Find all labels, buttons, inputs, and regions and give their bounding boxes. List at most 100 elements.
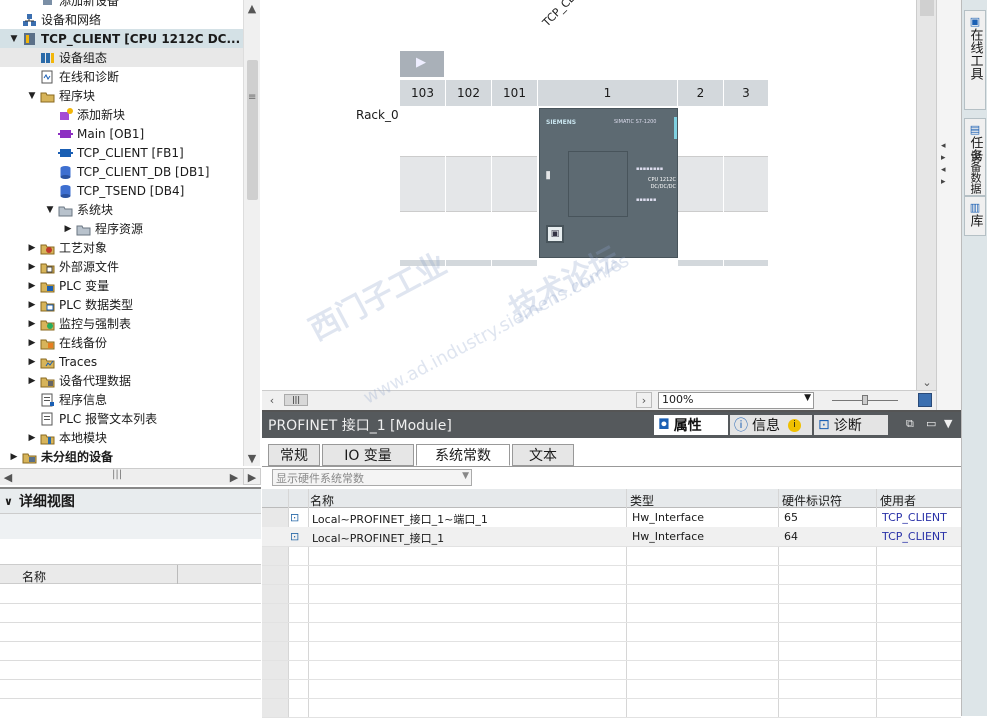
scroll-up-icon[interactable]: ▲ — [244, 0, 260, 16]
tree-item[interactable]: ▼ 系统块 — [0, 200, 243, 219]
overview-icon[interactable] — [918, 393, 932, 407]
rack-expand-button[interactable]: ▶ — [400, 51, 444, 77]
rack-slot[interactable]: 101 — [492, 80, 537, 266]
cpu-module[interactable]: SIEMENS SIMATIC S7-1200 ⫴ ▪▪▪▪▪▪▪▪ CPU 1212C… — [539, 108, 678, 258]
scroll-right-icon[interactable]: ▶ — [226, 469, 242, 485]
tree-item[interactable]: ▼ TCP_CLIENT [CPU 1212C DC... — [0, 29, 243, 48]
tree-item[interactable]: TCP_TSEND [DB4] — [0, 181, 243, 200]
column-name-header[interactable]: 名称 — [22, 568, 46, 585]
collapsed-side-panel[interactable]: ◂ ▸ ◂ ▸ — [936, 0, 961, 410]
tree-item[interactable]: ▶ 未分组的设备 — [0, 447, 243, 466]
tree-item[interactable]: PLC 报警文本列表 — [0, 409, 243, 428]
expand-down-icon[interactable]: ▼ — [45, 205, 55, 215]
tree-item[interactable]: ▶ 程序资源 — [0, 219, 243, 238]
tab-device-data[interactable]: 设备数据 — [964, 150, 986, 196]
zoom-slider-handle[interactable] — [862, 395, 868, 405]
scroll-right-icon[interactable]: › — [636, 392, 652, 408]
rack-slot[interactable]: 103 — [400, 80, 445, 266]
column-header[interactable]: 类型 — [630, 492, 654, 509]
tab-properties[interactable]: ◘ 属性 — [654, 415, 728, 435]
tree-item[interactable]: ▶ PLC 变量 — [0, 276, 243, 295]
chevron-down-icon[interactable]: ▼ — [804, 393, 811, 403]
expand-right-icon[interactable]: ▶ — [27, 281, 37, 291]
window-float-icon[interactable]: ⧉ — [906, 417, 914, 431]
doc-icon — [40, 412, 55, 426]
scroll-down-icon[interactable]: ▼ — [244, 450, 260, 466]
network-icon — [22, 13, 37, 27]
chevron-down-icon[interactable]: ▼ — [944, 417, 952, 430]
tree-item-label: 添加新块 — [77, 108, 126, 122]
chevron-down-icon[interactable]: ▼ — [462, 471, 469, 481]
expand-down-icon[interactable]: ▼ — [27, 91, 37, 101]
libraries-icon: ▥ — [968, 201, 982, 214]
scroll-left-icon[interactable]: ‹ — [264, 392, 280, 408]
rack-slot[interactable]: 2 — [678, 80, 723, 266]
expand-right-icon[interactable]: ▶ — [27, 338, 37, 348]
tree-item[interactable]: 添加新块 — [0, 105, 243, 124]
scroll-thumb[interactable]: ||| — [284, 394, 308, 406]
expand-right-icon[interactable]: ▶ — [27, 262, 37, 272]
scroll-thumb[interactable] — [920, 0, 934, 16]
tree-item[interactable]: ▶ 设备代理数据 — [0, 371, 243, 390]
expand-right-icon[interactable]: ▶ — [9, 452, 19, 462]
expand-right-icon[interactable]: ▶ — [27, 319, 37, 329]
scroll-right-icon[interactable]: ▶ — [244, 469, 260, 485]
tree-item[interactable]: ▶ 外部源文件 — [0, 257, 243, 276]
tree-item[interactable]: ▼ 程序块 — [0, 86, 243, 105]
tree-item[interactable]: TCP_CLIENT_DB [DB1] — [0, 162, 243, 181]
expand-right-icon[interactable]: ▶ — [27, 376, 37, 386]
column-divider[interactable] — [177, 565, 178, 584]
tree-item[interactable]: ▶ 监控与强制表 — [0, 314, 243, 333]
tree-item[interactable]: Main [OB1] — [0, 124, 243, 143]
tree-vertical-scrollbar[interactable]: ▲ ≡ ▼ — [243, 0, 260, 466]
device-view-canvas[interactable]: TCP_CLIENT ▶ Rack_0 103 102 101 1 2 3 SIEMENS S… — [262, 0, 916, 390]
tree-item[interactable]: 添加新设备 — [0, 0, 243, 10]
tree-item[interactable]: ▶ PLC 数据类型 — [0, 295, 243, 314]
tree-item[interactable]: TCP_CLIENT [FB1] — [0, 143, 243, 162]
scroll-down-icon[interactable]: ⌄ — [919, 374, 935, 390]
tree-item[interactable]: ▶ 工艺对象 — [0, 238, 243, 257]
tab-diagnostics[interactable]: ⊡ 诊断 — [814, 415, 888, 435]
slot-number: 3 — [724, 80, 768, 106]
window-layout-icon[interactable]: ▭ — [926, 417, 936, 430]
tree-item[interactable]: 在线和诊断 — [0, 67, 243, 86]
panel-arrows-icon[interactable]: ◂ ▸ ◂ ▸ — [941, 140, 946, 188]
tree-item[interactable]: ▶ 在线备份 — [0, 333, 243, 352]
diag-icon — [40, 70, 55, 84]
tab-libraries[interactable]: ▥ 库 — [964, 196, 986, 236]
expand-right-icon[interactable]: ▶ — [27, 357, 37, 367]
scroll-right-button[interactable]: ▶ — [243, 468, 261, 485]
cell-user[interactable]: TCP_CLIENT — [882, 530, 947, 543]
tab-online-tools[interactable]: ▣ 在线工具 — [964, 10, 986, 110]
tab-general[interactable]: 常规 — [268, 444, 320, 466]
expand-right-icon[interactable]: ▶ — [63, 224, 73, 234]
tab-io-tags[interactable]: IO 变量 — [322, 444, 414, 466]
collapse-chevron-icon[interactable]: ∨ — [4, 495, 13, 508]
expand-right-icon[interactable]: ▶ — [27, 243, 37, 253]
expand-right-icon[interactable]: ▶ — [27, 433, 37, 443]
tree-item[interactable]: 设备和网络 — [0, 10, 243, 29]
scroll-left-icon[interactable]: ◀ — [0, 469, 16, 485]
tree-item[interactable]: 设备组态 — [0, 48, 243, 67]
column-header[interactable]: 硬件标识符 — [782, 492, 842, 509]
filter-select[interactable]: 显示硬件系统常数 ▼ — [272, 469, 472, 486]
zoom-select[interactable]: 100% ▼ — [658, 392, 814, 409]
tree-item[interactable]: 程序信息 — [0, 390, 243, 409]
task-cards-bar: ▣ 在线工具 ▤ 任务 设备数据 ▥ 库 — [961, 0, 987, 716]
device-vertical-scrollbar[interactable]: ⌄ — [916, 0, 936, 392]
tree-item[interactable]: ▶ Traces — [0, 352, 243, 371]
expand-right-icon[interactable]: ▶ — [27, 300, 37, 310]
tab-texts[interactable]: 文本 — [512, 444, 574, 466]
details-view-header[interactable]: ∨ 详细视图 — [0, 489, 261, 513]
cell-user[interactable]: TCP_CLIENT — [882, 511, 947, 524]
rack-slot[interactable]: 102 — [446, 80, 491, 266]
tree-item[interactable]: ▶ 本地模块 — [0, 428, 243, 447]
tab-info[interactable]: ⓘ 信息 i — [730, 415, 812, 435]
rack-slot[interactable]: 3 — [724, 80, 768, 266]
column-header[interactable]: 使用者 — [880, 492, 916, 509]
tree-horizontal-scrollbar[interactable]: ◀ ||| ▶ — [0, 468, 243, 485]
tab-system-constants[interactable]: 系统常数 — [416, 444, 510, 466]
expand-down-icon[interactable]: ▼ — [9, 34, 19, 44]
column-header[interactable]: 名称 — [310, 492, 334, 509]
scroll-thumb[interactable] — [247, 60, 258, 200]
